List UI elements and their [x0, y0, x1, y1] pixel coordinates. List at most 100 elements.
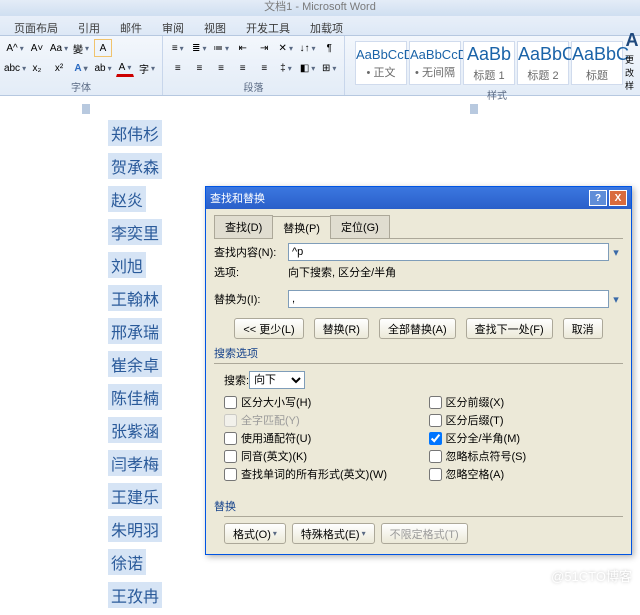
replace-dropdown-icon[interactable]: ▾ [609, 293, 623, 306]
name-item[interactable]: 朱明羽 [108, 516, 162, 542]
name-item[interactable]: 王建乐 [108, 483, 162, 509]
find-next-button[interactable]: 查找下一处(F) [466, 318, 553, 339]
multilevel-icon[interactable]: ≔ [212, 39, 230, 57]
search-options-header: 搜索选项 [214, 345, 623, 361]
align-right-icon[interactable]: ≡ [212, 59, 230, 77]
option-checkbox[interactable] [429, 450, 442, 463]
tab-references[interactable]: 引用 [68, 16, 110, 35]
option-checkbox[interactable] [429, 468, 442, 481]
tab-find[interactable]: 查找(D) [214, 215, 273, 238]
help-icon[interactable]: ? [589, 190, 607, 206]
outdent-icon[interactable]: ⇤ [234, 39, 252, 57]
name-item[interactable]: 张紫涵 [108, 417, 162, 443]
special-button[interactable]: 特殊格式(E) [292, 523, 375, 544]
sort-icon[interactable]: ↓↑ [299, 39, 317, 57]
change-case-icon[interactable]: Aa [50, 39, 68, 57]
option-checkbox[interactable] [429, 396, 442, 409]
bullets-icon[interactable]: ≡ [169, 39, 187, 57]
styles-gallery[interactable]: AaBbCcDd• 正文 AaBbCcDd• 无间隔 AaBb标题 1 AaBb… [351, 39, 640, 87]
option-row[interactable]: 查找单词的所有形式(英文)(W) [224, 466, 419, 482]
style-title[interactable]: AaBbC标题 [571, 41, 623, 85]
option-row[interactable]: 区分全/半角(M) [429, 430, 624, 446]
shading-icon[interactable]: ◧ [299, 59, 317, 77]
tab-replace[interactable]: 替换(P) [272, 216, 331, 239]
name-item[interactable]: 李奕里 [108, 219, 162, 245]
sub-icon[interactable]: x₂ [28, 59, 46, 77]
less-button[interactable]: << 更少(L) [234, 318, 303, 339]
name-item[interactable]: 徐诺 [108, 549, 146, 575]
asian-guide-icon[interactable]: ✕ [277, 39, 295, 57]
replace-input[interactable] [288, 290, 609, 308]
option-label: 同音(英文)(K) [241, 448, 307, 464]
option-checkbox[interactable] [224, 468, 237, 481]
line-spacing-icon[interactable]: ‡ [277, 59, 295, 77]
font-size-shrink-icon[interactable]: A˅ [28, 39, 46, 57]
borders-icon[interactable]: ⊞ [320, 59, 338, 77]
tab-pagelayout[interactable]: 页面布局 [4, 16, 68, 35]
sup-icon[interactable]: x² [50, 59, 68, 77]
replace-button[interactable]: 替换(R) [314, 318, 369, 339]
change-styles-button[interactable]: A 更改样 [625, 41, 639, 81]
tab-view[interactable]: 视图 [194, 16, 236, 35]
find-dropdown-icon[interactable]: ▾ [609, 246, 623, 259]
tab-goto[interactable]: 定位(G) [330, 215, 390, 238]
distribute-icon[interactable]: ≡ [256, 59, 274, 77]
name-item[interactable]: 郑伟杉 [108, 120, 162, 146]
highlight-icon[interactable]: ab [94, 59, 112, 77]
name-item[interactable]: 邢承瑞 [108, 318, 162, 344]
close-icon[interactable]: X [609, 190, 627, 206]
replace-all-button[interactable]: 全部替换(A) [379, 318, 456, 339]
style-nospace[interactable]: AaBbCcDd• 无间隔 [409, 41, 461, 85]
option-label: 忽略标点符号(S) [446, 448, 527, 464]
tab-mailings[interactable]: 邮件 [110, 16, 152, 35]
name-item[interactable]: 陈佳楠 [108, 384, 162, 410]
text-effects-icon[interactable]: A [72, 59, 90, 77]
name-item[interactable]: 王翰林 [108, 285, 162, 311]
search-direction-select[interactable]: 向下 [249, 371, 305, 389]
numbering-icon[interactable]: ≣ [191, 39, 209, 57]
style-h1[interactable]: AaBb标题 1 [463, 41, 515, 85]
font-size-grow-icon[interactable]: A^ [6, 39, 24, 57]
justify-icon[interactable]: ≡ [234, 59, 252, 77]
format-a-icon[interactable]: A [94, 39, 112, 57]
showmarks-icon[interactable]: ¶ [321, 39, 339, 57]
option-row[interactable]: 使用通配符(U) [224, 430, 419, 446]
option-checkbox[interactable] [429, 414, 442, 427]
option-row[interactable]: 忽略标点符号(S) [429, 448, 624, 464]
option-checkbox[interactable] [224, 450, 237, 463]
styles-group: AaBbCcDd• 正文 AaBbCcDd• 无间隔 AaBb标题 1 AaBb… [345, 36, 640, 95]
option-checkbox[interactable] [429, 432, 442, 445]
name-item[interactable]: 闫孝梅 [108, 450, 162, 476]
title-bar: 文档1 - Microsoft Word [0, 0, 640, 16]
name-item[interactable]: 刘旭 [108, 252, 146, 278]
name-item[interactable]: 贺承森 [108, 153, 162, 179]
format-button[interactable]: 格式(O) [224, 523, 286, 544]
name-item[interactable]: 崔余卓 [108, 351, 162, 377]
option-row[interactable]: 忽略空格(A) [429, 466, 624, 482]
find-input[interactable] [288, 243, 609, 261]
style-normal[interactable]: AaBbCcDd• 正文 [355, 41, 407, 85]
clear-format-icon[interactable]: 變 [72, 39, 90, 57]
tab-review[interactable]: 审阅 [152, 16, 194, 35]
tab-developer[interactable]: 开发工具 [236, 16, 300, 35]
dialog-titlebar[interactable]: 查找和替换 ? X [206, 187, 631, 209]
tab-addins[interactable]: 加载项 [300, 16, 353, 35]
option-row[interactable]: 区分后缀(T) [429, 412, 624, 428]
option-checkbox[interactable] [224, 396, 237, 409]
option-row[interactable]: 同音(英文)(K) [224, 448, 419, 464]
replace-section-header: 替换 [214, 498, 623, 514]
style-h2[interactable]: AaBbC标题 2 [517, 41, 569, 85]
asian-layout-icon[interactable]: 字 [138, 59, 156, 77]
option-checkbox[interactable] [224, 432, 237, 445]
indent-icon[interactable]: ⇥ [256, 39, 274, 57]
options-left-column: 区分大小写(H)全字匹配(Y)使用通配符(U)同音(英文)(K)查找单词的所有形… [214, 392, 419, 484]
align-left-icon[interactable]: ≡ [169, 59, 187, 77]
align-center-icon[interactable]: ≡ [191, 59, 209, 77]
option-row[interactable]: 区分大小写(H) [224, 394, 419, 410]
option-row[interactable]: 区分前缀(X) [429, 394, 624, 410]
font-color-icon[interactable]: A [116, 59, 134, 77]
cancel-button[interactable]: 取消 [563, 318, 603, 339]
name-item[interactable]: 王孜冉 [108, 582, 162, 608]
strike-icon[interactable]: abc [6, 59, 24, 77]
name-item[interactable]: 赵炎 [108, 186, 146, 212]
